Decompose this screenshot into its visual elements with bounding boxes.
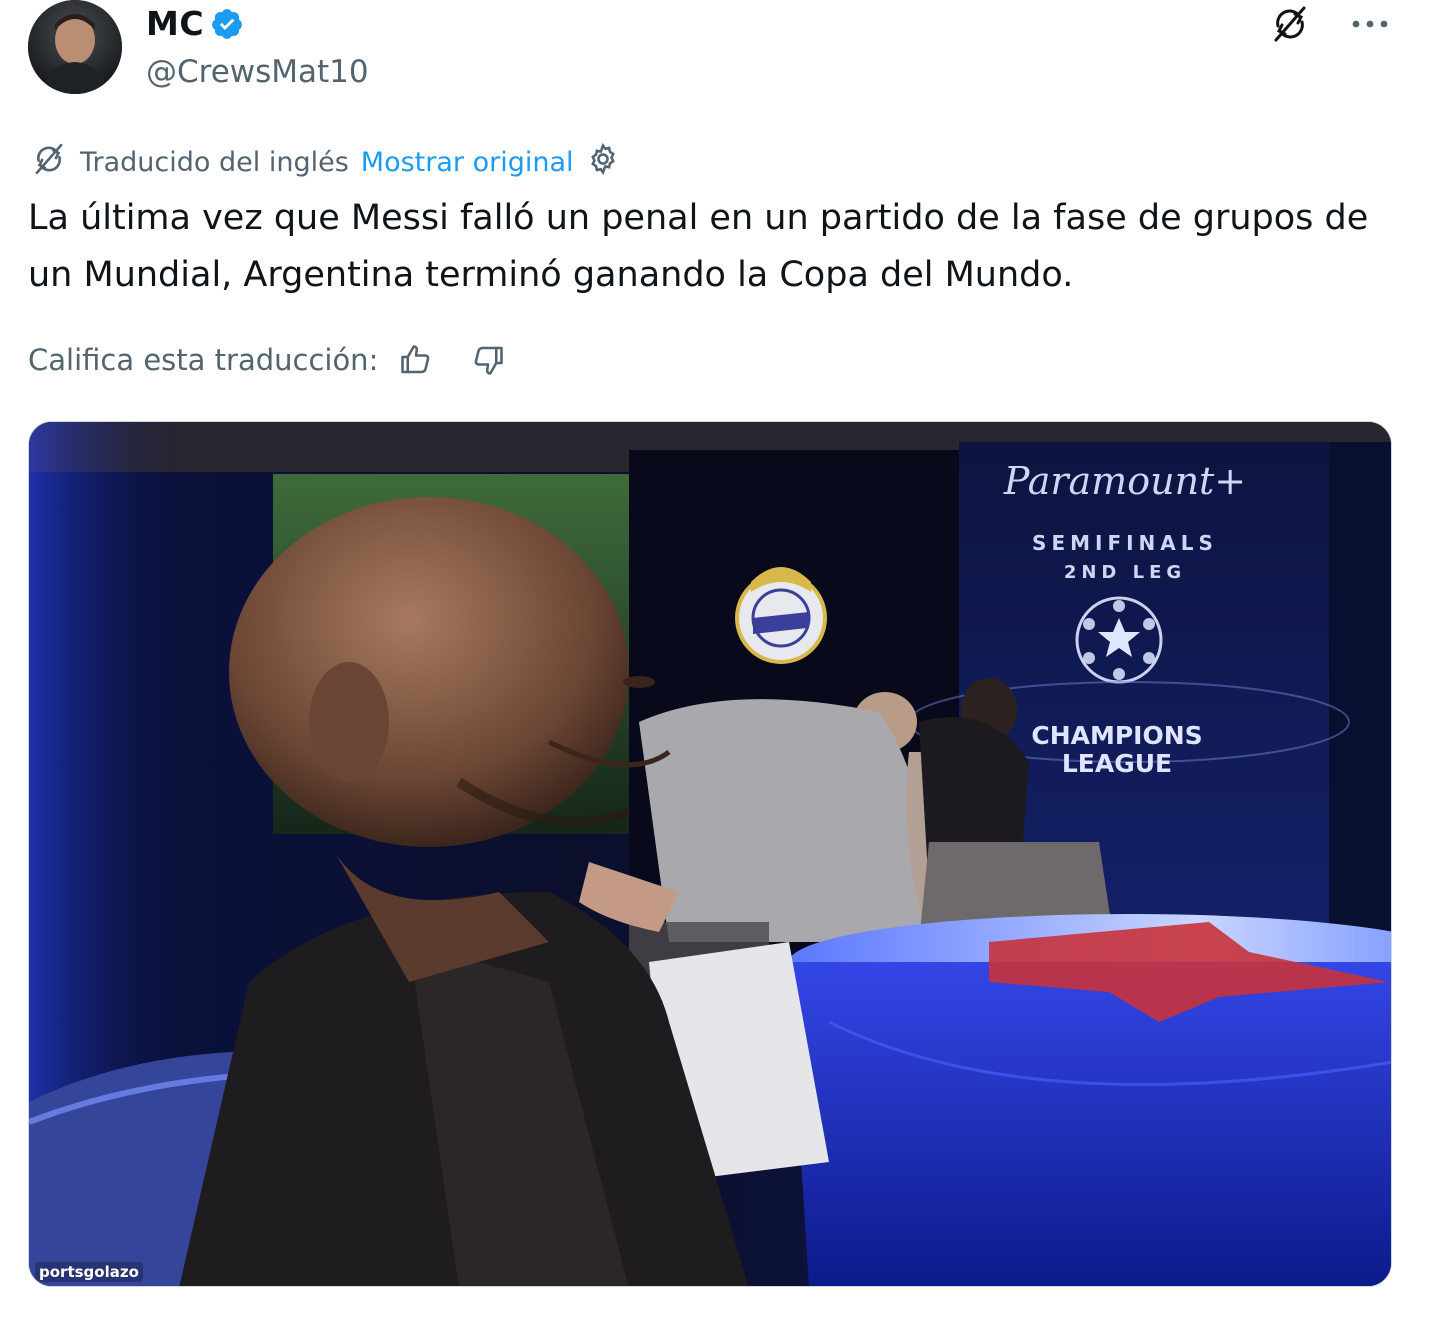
thumbs-up-icon[interactable] [396,340,436,380]
paramount-logo-text: Paramount+ [1003,459,1246,503]
tweet-text: La última vez que Messi falló un penal e… [28,198,1369,295]
gear-icon[interactable] [586,142,620,183]
thumbs-down-icon[interactable] [468,340,508,380]
media-watermark: portsgolazo [35,1262,143,1282]
translation-icon [30,140,68,185]
studio-desk [789,914,1391,1286]
handle[interactable]: @CrewsMat10 [146,54,369,90]
verified-badge-icon [210,7,244,41]
banner-line-1: SEMIFINALS [1032,531,1218,555]
translated-from-label: Traducido del inglés [80,147,349,178]
rate-translation-label: Califica esta traducción: [28,343,379,377]
tweet-media-image[interactable]: Paramount+ SEMIFINALS 2ND LEG CHAMPIONS … [28,421,1392,1287]
show-original-link[interactable]: Mostrar original [361,147,574,178]
studio-scene: Paramount+ SEMIFINALS 2ND LEG CHAMPIONS … [29,422,1391,1286]
translate-slash-icon[interactable] [1268,2,1312,46]
avatar-image [28,0,122,94]
avatar[interactable] [28,0,122,94]
banner-line-4: LEAGUE [1062,749,1172,778]
banner-line-3: CHAMPIONS [1031,721,1202,750]
display-name[interactable]: MC [146,4,204,43]
more-horizontal-icon[interactable] [1348,2,1392,46]
banner-line-2: 2ND LEG [1064,562,1186,583]
